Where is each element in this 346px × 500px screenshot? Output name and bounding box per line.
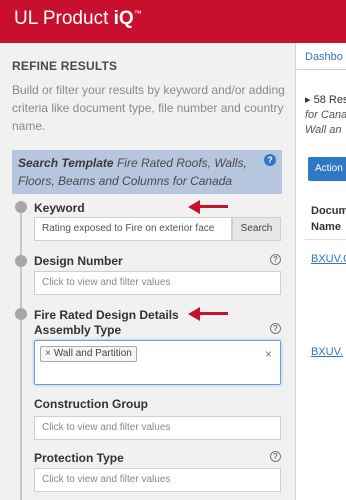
search-template-box: Search Template Fire Rated Roofs, Walls,… [12, 150, 282, 194]
results-summary: ▸ 58 Res for Cana Wall an [305, 93, 346, 138]
top-bar: UL Product iQ™ [0, 0, 346, 43]
annotation-arrow-left-icon [188, 200, 228, 214]
chip-label: Wall and Partition [53, 348, 132, 359]
annotation-arrow-left-icon [188, 307, 228, 321]
results-panel: Dashbo ▸ 58 Res for Cana Wall an Action … [297, 43, 346, 500]
result-link[interactable]: BXUV.C [311, 253, 346, 265]
results-query-line: Wall an [305, 124, 342, 136]
refine-panel: REFINE RESULTS Build or filter your resu… [0, 43, 296, 500]
assembly-type-multiselect[interactable]: × Wall and Partition × [34, 340, 281, 385]
timeline-dot [15, 308, 27, 320]
logo-tm: ™ [133, 9, 142, 18]
help-icon[interactable]: ? [270, 323, 281, 334]
timeline-dot [15, 255, 27, 267]
document-name-column-header[interactable]: Docum Name [311, 203, 346, 235]
fire-rated-section-label: Fire Rated Design Details [34, 308, 179, 322]
protection-type-input[interactable]: Click to view and filter values [34, 468, 281, 492]
tab-divider [297, 69, 346, 70]
design-number-label: Design Number [34, 254, 123, 268]
keyword-input[interactable]: Rating exposed to Fire on exterior face [34, 217, 232, 241]
logo-prefix: UL Product [14, 8, 114, 29]
clear-selection-icon[interactable]: × [265, 347, 272, 361]
construction-group-input[interactable]: Click to view and filter values [34, 416, 281, 440]
search-template-label: Search Template [18, 156, 114, 170]
protection-type-label: Protection Type [34, 451, 124, 465]
help-icon[interactable]: ? [270, 451, 281, 462]
results-count: ▸ 58 Res [305, 94, 346, 106]
assembly-type-chip[interactable]: × Wall and Partition [40, 346, 137, 362]
keyword-label: Keyword [34, 201, 85, 215]
assembly-type-label: Assembly Type [34, 323, 122, 337]
results-query-line: for Cana [305, 109, 346, 121]
timeline-line [20, 202, 22, 500]
refine-description: Build or filter your results by keyword … [12, 83, 285, 133]
construction-group-label: Construction Group [34, 397, 148, 411]
logo-bold: iQ [113, 8, 134, 29]
help-icon[interactable]: ? [270, 254, 281, 265]
chip-remove-icon[interactable]: × [45, 348, 51, 359]
design-number-input[interactable]: Click to view and filter values [34, 271, 281, 295]
dashboard-tab[interactable]: Dashbo [305, 51, 343, 63]
action-button[interactable]: Action [308, 157, 346, 181]
column-header-divider [305, 239, 346, 240]
result-link[interactable]: BXUV. [311, 346, 343, 358]
refine-results-title: REFINE RESULTS [12, 59, 118, 73]
timeline-dot [15, 201, 27, 213]
keyword-search-button[interactable]: Search [232, 217, 281, 241]
help-icon[interactable]: ? [264, 154, 276, 166]
app-logo[interactable]: UL Product iQ™ [14, 8, 142, 30]
